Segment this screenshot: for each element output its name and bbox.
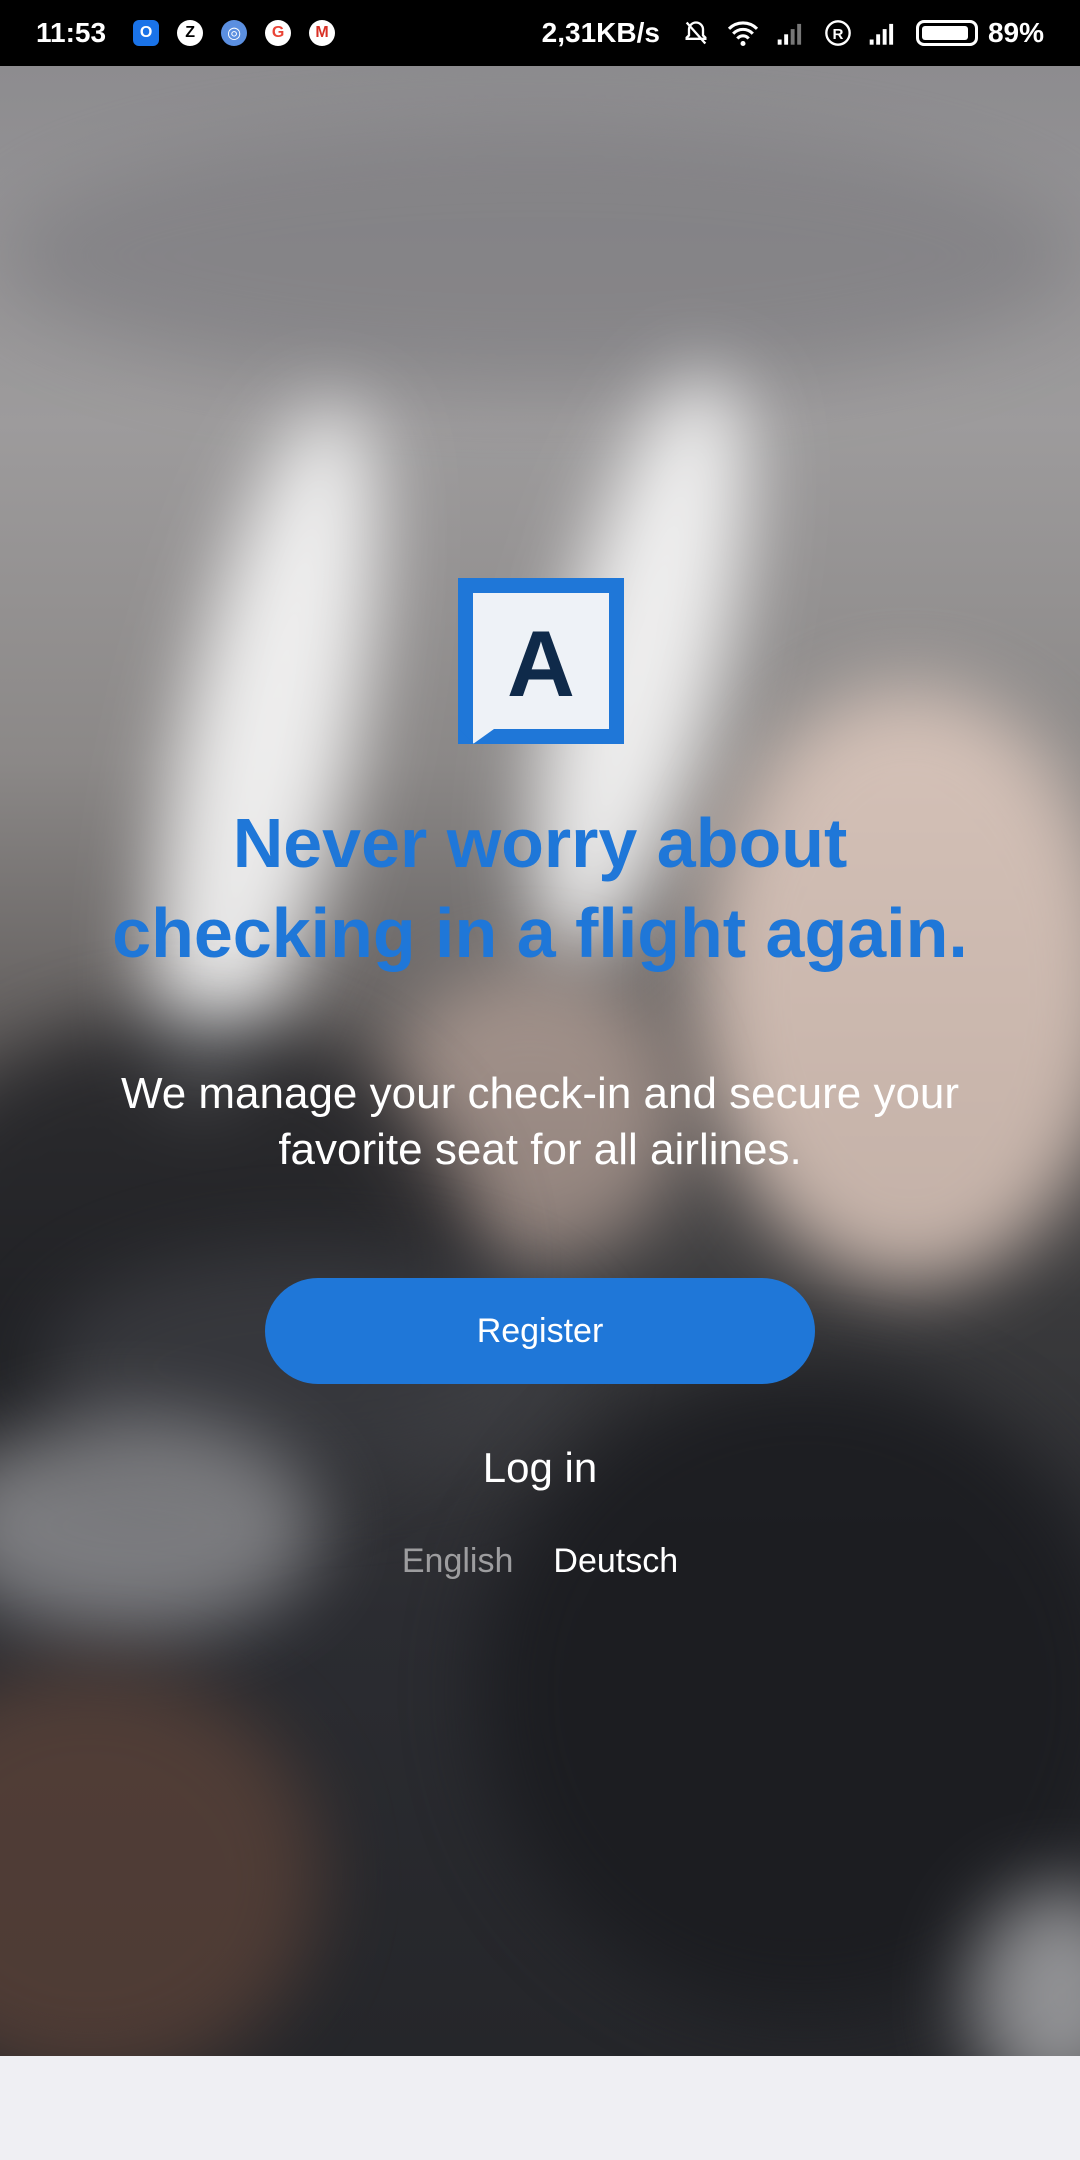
subtitle: We manage your check-in and secure your … [60, 1066, 1020, 1178]
google-icon: G [265, 20, 292, 46]
z-app-icon: Z [177, 20, 204, 46]
status-time: 11:53 [36, 17, 107, 48]
language-deutsch[interactable]: Deutsch [553, 1542, 678, 1581]
mute-bell-icon [682, 19, 710, 47]
wifi-app-icon: ◎ [221, 20, 248, 46]
headline: Never worry about checking in a flight a… [40, 798, 1040, 978]
wifi-icon [726, 19, 760, 47]
logo-letter: A [507, 611, 575, 716]
svg-text:R: R [832, 26, 843, 43]
headline-line-2: checking in a flight again. [112, 894, 968, 972]
outlook-icon: O [133, 20, 160, 46]
subtitle-line-1: We manage your check-in and secure your [120, 1069, 960, 1118]
register-button[interactable]: Register [265, 1278, 815, 1384]
status-bar: 11:53 O Z ◎ G M 2,31KB/s R 89% [0, 0, 1080, 66]
signal-icon [868, 20, 900, 46]
battery-percent: 89% [987, 17, 1044, 48]
roaming-icon: R [824, 19, 852, 47]
battery-icon [915, 20, 978, 46]
hero-background [0, 66, 1080, 2056]
subtitle-line-2: favorite seat for all airlines. [278, 1125, 802, 1174]
gmail-icon: M [309, 20, 336, 46]
signal-weak-icon [776, 20, 808, 46]
language-english[interactable]: English [402, 1542, 514, 1581]
login-link[interactable]: Log in [0, 1444, 1080, 1492]
headline-line-1: Never worry about [232, 804, 848, 882]
app-logo: A [458, 578, 624, 744]
language-selector: English Deutsch [0, 1542, 1080, 1581]
app-screen: 11:53 O Z ◎ G M 2,31KB/s R 89% A Never w… [0, 0, 1080, 2160]
network-speed: 2,31KB/s [541, 17, 660, 48]
